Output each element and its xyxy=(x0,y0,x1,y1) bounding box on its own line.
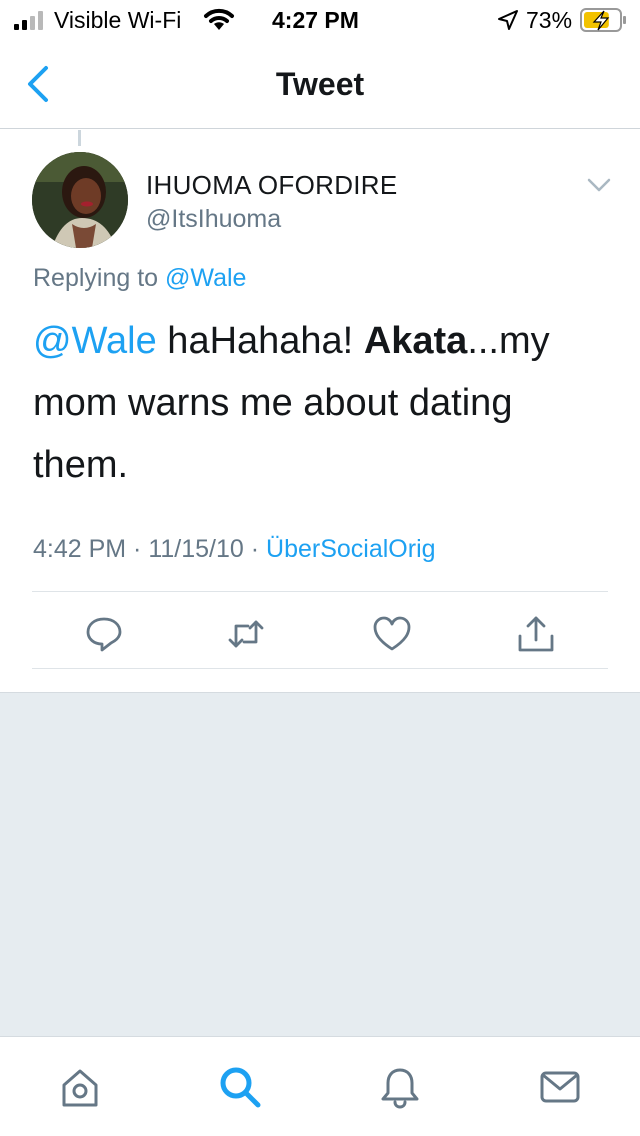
signal-icon xyxy=(14,11,43,30)
status-bar: Visible Wi-Fi 4:27 PM 73% xyxy=(0,0,640,40)
tweet-time: 4:42 PM xyxy=(33,535,127,563)
like-icon[interactable] xyxy=(372,614,412,654)
wifi-icon xyxy=(204,8,234,30)
retweet-icon[interactable] xyxy=(226,614,266,654)
tweet-text-part1: haHahaha! xyxy=(156,320,364,362)
home-icon[interactable] xyxy=(58,1065,102,1109)
tab-bar xyxy=(0,1036,640,1136)
author-handle[interactable]: @ItsIhuoma xyxy=(146,205,281,234)
messages-icon[interactable] xyxy=(538,1065,582,1109)
divider xyxy=(32,668,608,669)
nav-bar: Tweet xyxy=(0,40,640,129)
status-time: 4:27 PM xyxy=(272,7,359,33)
tweet-actions xyxy=(32,592,608,668)
share-icon[interactable] xyxy=(516,614,556,654)
notifications-icon[interactable] xyxy=(378,1065,422,1109)
tweet-text: @Wale haHahaha! Akata...my mom warns me … xyxy=(33,310,613,496)
battery-percent: 73% xyxy=(526,7,573,33)
replying-mention-link[interactable]: @Wale xyxy=(165,264,246,292)
chevron-down-icon[interactable] xyxy=(586,176,612,194)
avatar[interactable] xyxy=(32,152,128,248)
tweet-mention-link[interactable]: @Wale xyxy=(33,320,157,362)
replying-to: Replying to @Wale xyxy=(33,264,246,293)
tweet-source-link[interactable]: ÜberSocialOrig xyxy=(266,535,436,563)
tweet-meta: 4:42 PM · 11/15/10 · ÜberSocialOrig xyxy=(33,535,436,564)
tweet-date: 11/15/10 xyxy=(148,535,244,563)
replying-prefix: Replying to xyxy=(33,264,166,292)
meta-separator: · xyxy=(243,535,267,563)
page-title: Tweet xyxy=(275,66,365,102)
author-name[interactable]: IHUOMA OFORDIRE xyxy=(146,170,398,201)
reply-icon[interactable] xyxy=(84,614,124,654)
meta-separator: · xyxy=(126,535,149,563)
tweet-text-bold: Akata xyxy=(363,320,468,362)
empty-area xyxy=(0,692,640,1036)
battery-charging-icon xyxy=(580,8,626,32)
screen: Visible Wi-Fi 4:27 PM 73% Tweet IHUOMA O… xyxy=(0,0,640,1136)
search-icon[interactable] xyxy=(218,1065,262,1109)
carrier-name: Visible Wi-Fi xyxy=(54,7,182,33)
location-arrow-icon xyxy=(498,10,518,30)
thread-line xyxy=(78,130,81,146)
